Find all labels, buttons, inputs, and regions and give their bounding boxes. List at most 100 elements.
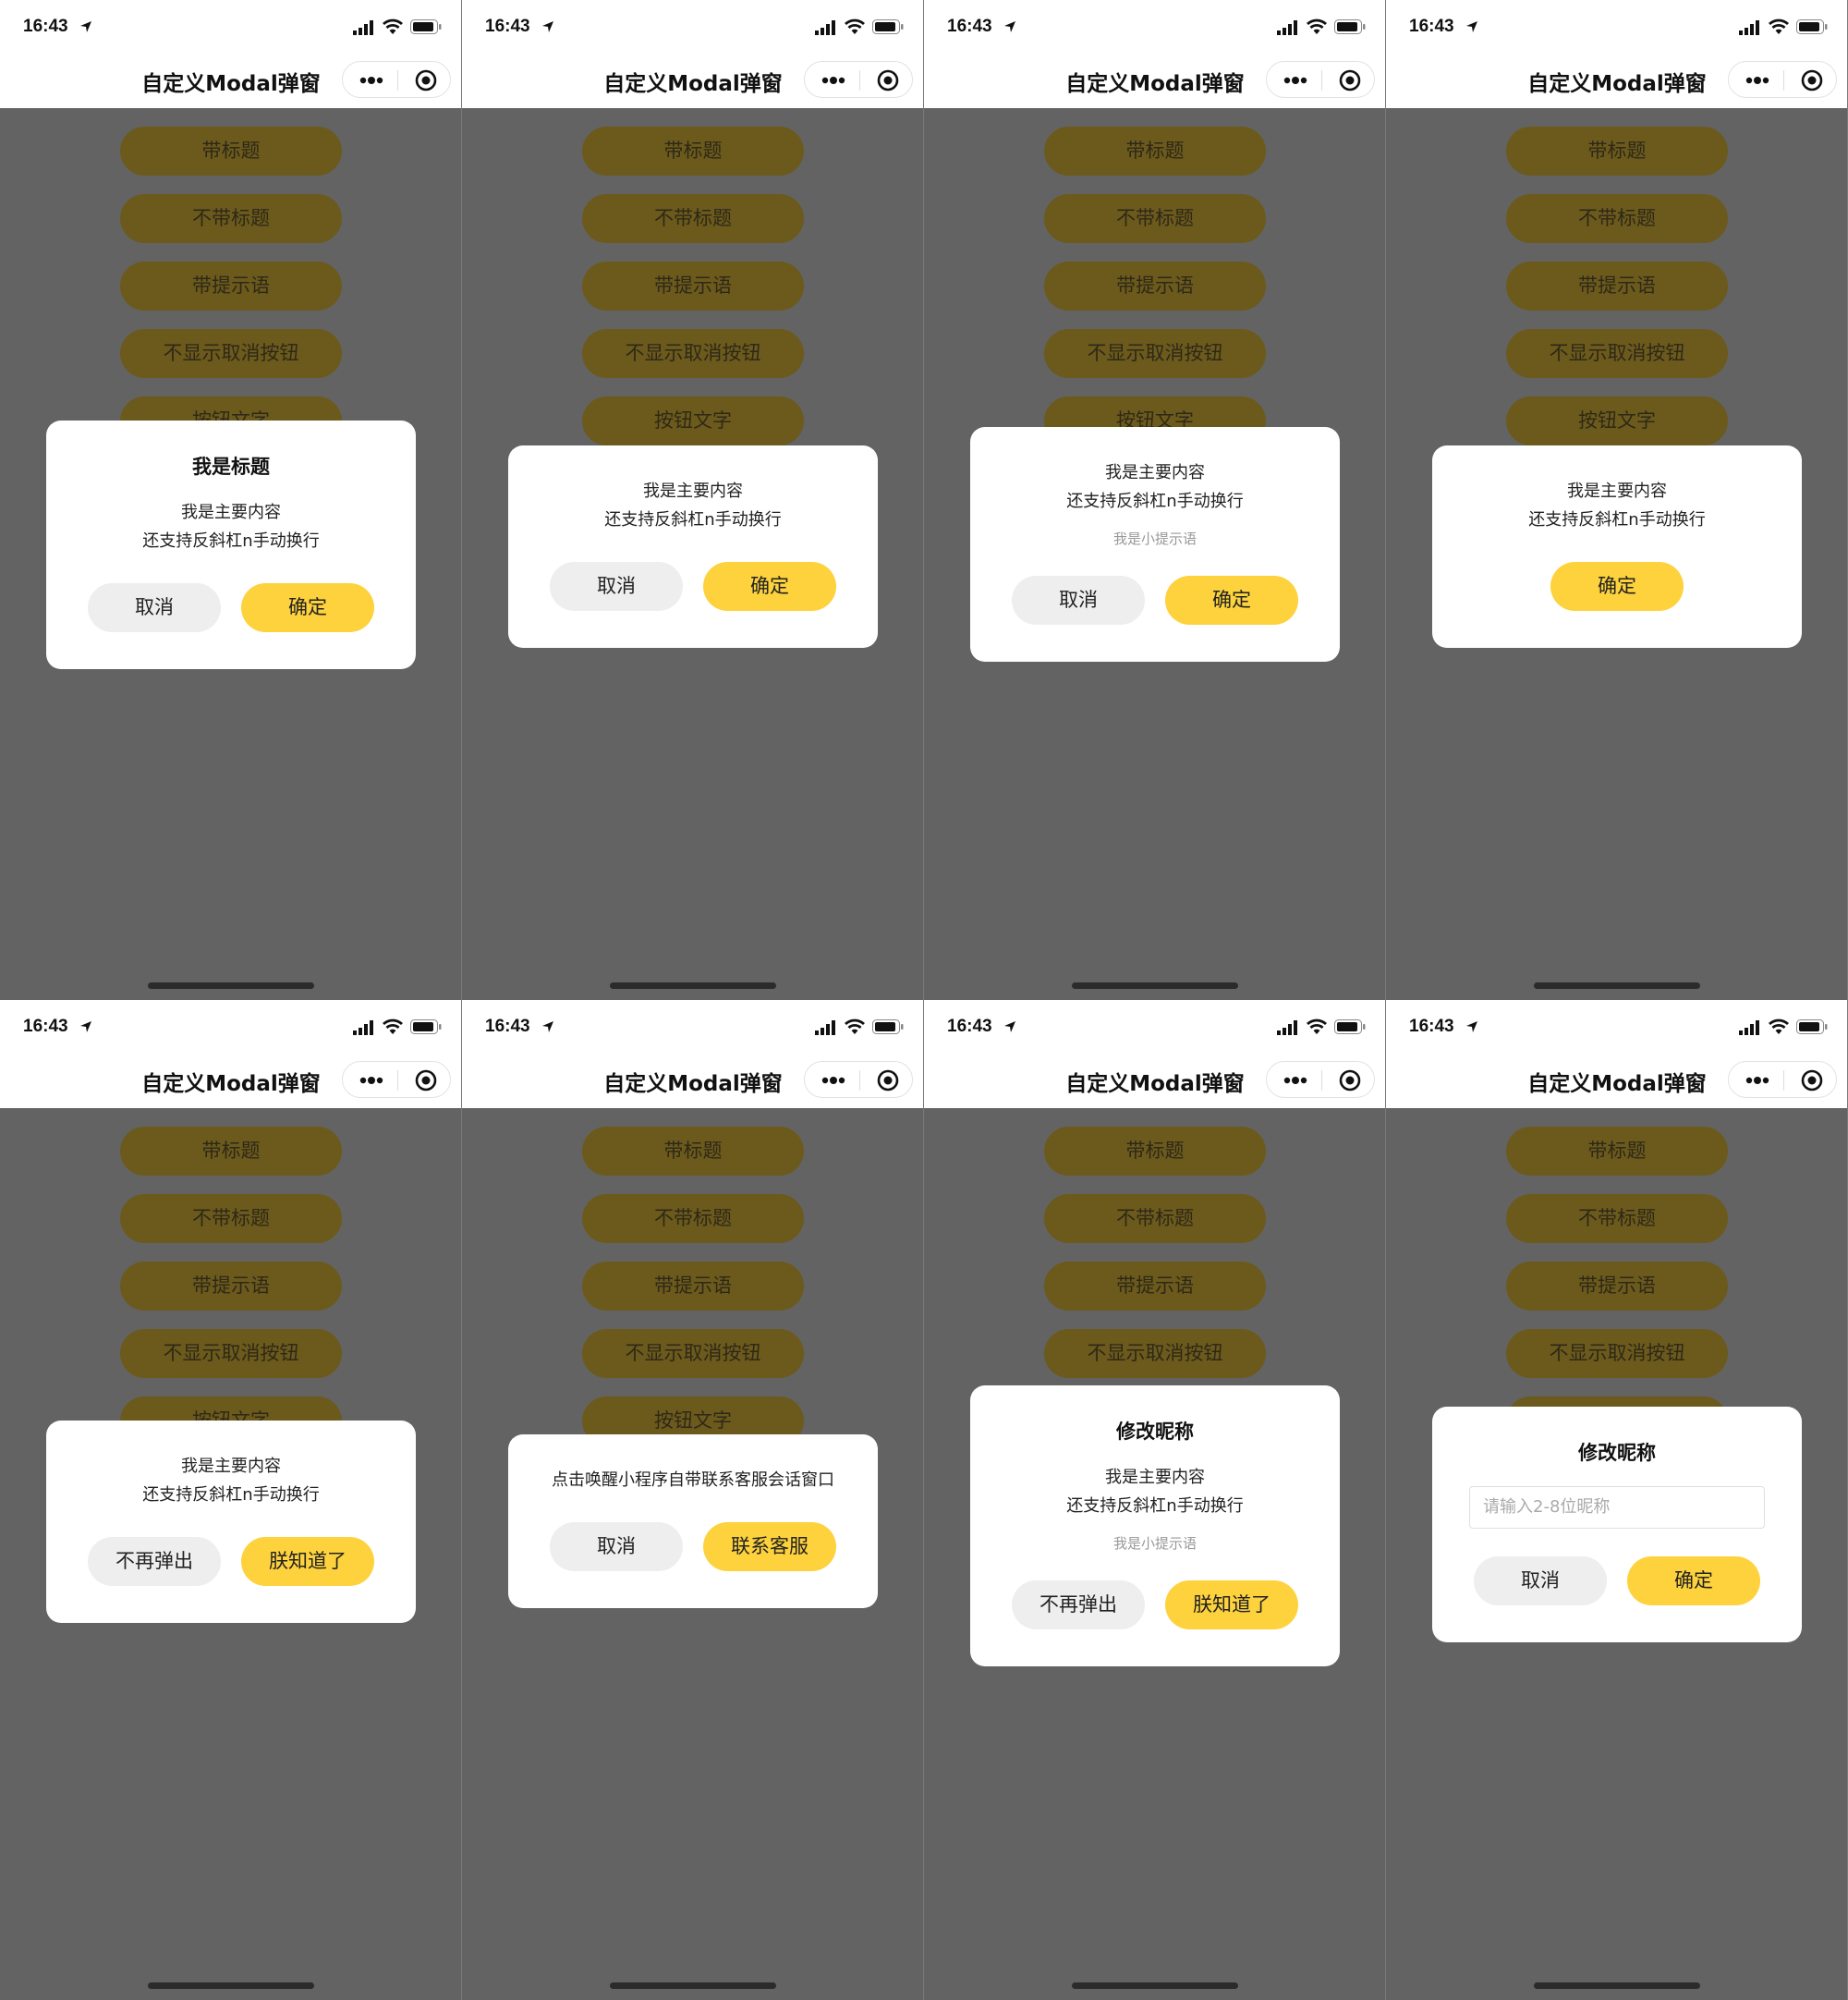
- nickname-input[interactable]: 请输入2-8位昵称: [1469, 1486, 1765, 1529]
- modal-title: 修改昵称: [1578, 1442, 1656, 1464]
- modal-cancel-button[interactable]: 不再弹出: [1012, 1580, 1145, 1629]
- demo-button[interactable]: 不带标题: [120, 194, 342, 243]
- modal-title: 修改昵称: [1116, 1421, 1194, 1443]
- modal-confirm-button[interactable]: 确定: [1627, 1556, 1760, 1605]
- close-miniprogram-icon[interactable]: [415, 69, 437, 91]
- demo-button[interactable]: 带提示语: [1044, 1262, 1266, 1311]
- demo-button[interactable]: 带标题: [120, 1127, 342, 1176]
- battery-icon: [410, 1019, 442, 1034]
- demo-button[interactable]: 带提示语: [120, 1262, 342, 1311]
- close-miniprogram-icon[interactable]: [1339, 69, 1361, 91]
- modal-content-line: 我是主要内容: [181, 1457, 281, 1476]
- modal-cancel-button[interactable]: 取消: [550, 562, 683, 611]
- modal-confirm-button[interactable]: 确定: [241, 583, 374, 632]
- phone-screen: 16:43自定义Modal弹窗带标题不带标题带提示语不显示取消按钮按钮文字修改昵…: [1386, 1000, 1848, 2000]
- demo-button[interactable]: 带标题: [582, 127, 804, 176]
- demo-button[interactable]: 不显示取消按钮: [1044, 329, 1266, 378]
- demo-button[interactable]: 带提示语: [120, 262, 342, 311]
- demo-button[interactable]: 带提示语: [1506, 262, 1728, 311]
- modal-confirm-button[interactable]: 朕知道了: [1165, 1580, 1298, 1629]
- demo-button[interactable]: 按钮文字: [582, 396, 804, 445]
- demo-button[interactable]: 带标题: [1506, 1127, 1728, 1176]
- status-bar: 16:43: [0, 1000, 461, 1051]
- demo-button[interactable]: 不显示取消按钮: [582, 329, 804, 378]
- demo-button-list: 带标题不带标题带提示语不显示取消按钮按钮文字: [1044, 127, 1266, 464]
- home-indicator: [1072, 982, 1238, 989]
- signal-icon: [1739, 20, 1761, 35]
- close-miniprogram-icon[interactable]: [1801, 69, 1823, 91]
- battery-icon: [1334, 19, 1366, 34]
- modal-content: 我是主要内容 还支持反斜杠n手动换行: [970, 1463, 1340, 1520]
- menu-capsule: [804, 1061, 913, 1098]
- demo-button[interactable]: 不带标题: [582, 1194, 804, 1243]
- wifi-icon: [845, 18, 865, 35]
- modal-buttons: 确定: [1432, 562, 1802, 648]
- demo-button[interactable]: 带标题: [1044, 1127, 1266, 1176]
- close-miniprogram-icon[interactable]: [415, 1069, 437, 1091]
- capsule-divider: [1783, 1070, 1784, 1091]
- demo-button[interactable]: 带标题: [1506, 127, 1728, 176]
- close-miniprogram-icon[interactable]: [1801, 1069, 1823, 1091]
- modal-cancel-button[interactable]: 取消: [1012, 576, 1145, 625]
- demo-button[interactable]: 带提示语: [582, 262, 804, 311]
- demo-button[interactable]: 不显示取消按钮: [1044, 1329, 1266, 1378]
- more-icon[interactable]: [1283, 73, 1307, 88]
- modal-cancel-button[interactable]: 取消: [88, 583, 221, 632]
- close-miniprogram-icon[interactable]: [1339, 1069, 1361, 1091]
- demo-button[interactable]: 不显示取消按钮: [120, 329, 342, 378]
- modal-confirm-button[interactable]: 朕知道了: [241, 1537, 374, 1586]
- home-indicator: [148, 982, 314, 989]
- modal-content-line: 还支持反斜杠n手动换行: [1528, 510, 1706, 530]
- modal-confirm-button[interactable]: 确定: [1165, 576, 1298, 625]
- modal-dialog: 修改昵称我是主要内容 还支持反斜杠n手动换行我是小提示语不再弹出 朕知道了: [970, 1385, 1340, 1666]
- demo-button[interactable]: 不显示取消按钮: [1506, 329, 1728, 378]
- signal-icon: [1277, 20, 1299, 35]
- modal-cancel-button[interactable]: 取消: [1474, 1556, 1607, 1605]
- modal-content-line: 我是主要内容: [1105, 463, 1205, 482]
- more-icon[interactable]: [359, 73, 383, 88]
- demo-button[interactable]: 带提示语: [1044, 262, 1266, 311]
- nav-bar: 自定义Modal弹窗: [1386, 1051, 1847, 1108]
- modal-dialog: 修改昵称请输入2-8位昵称取消 确定: [1432, 1407, 1802, 1642]
- modal-content-line: 还支持反斜杠n手动换行: [1066, 492, 1244, 511]
- capsule-divider: [397, 1070, 398, 1091]
- demo-button[interactable]: 不显示取消按钮: [1506, 1329, 1728, 1378]
- modal-cancel-button[interactable]: 取消: [550, 1522, 683, 1571]
- demo-button[interactable]: 不显示取消按钮: [582, 1329, 804, 1378]
- demo-button[interactable]: 带标题: [582, 1127, 804, 1176]
- close-miniprogram-icon[interactable]: [877, 69, 899, 91]
- more-icon[interactable]: [821, 1073, 845, 1088]
- modal-buttons: 取消 确定: [1432, 1556, 1802, 1642]
- demo-button[interactable]: 不带标题: [120, 1194, 342, 1243]
- demo-button[interactable]: 不带标题: [1506, 1194, 1728, 1243]
- more-icon[interactable]: [359, 1073, 383, 1088]
- modal-dialog: 我是主要内容 还支持反斜杠n手动换行 不再弹出 朕知道了: [46, 1421, 416, 1623]
- demo-button[interactable]: 不显示取消按钮: [120, 1329, 342, 1378]
- more-icon[interactable]: [1283, 1073, 1307, 1088]
- phone-screen: 16:43自定义Modal弹窗带标题不带标题带提示语不显示取消按钮按钮文字我是主…: [924, 0, 1386, 1000]
- menu-capsule: [1266, 61, 1375, 98]
- modal-confirm-button[interactable]: 联系客服: [703, 1522, 836, 1571]
- more-icon[interactable]: [1745, 73, 1769, 88]
- demo-button[interactable]: 不带标题: [1506, 194, 1728, 243]
- demo-button[interactable]: 不带标题: [1044, 194, 1266, 243]
- location-arrow-icon: [1003, 19, 1016, 32]
- demo-button-list: 带标题不带标题带提示语不显示取消按钮按钮文字: [1506, 127, 1728, 464]
- demo-button[interactable]: 按钮文字: [1506, 396, 1728, 445]
- modal-confirm-button[interactable]: 确定: [703, 562, 836, 611]
- demo-button[interactable]: 带标题: [120, 127, 342, 176]
- more-icon[interactable]: [1745, 1073, 1769, 1088]
- demo-button[interactable]: 带提示语: [582, 1262, 804, 1311]
- modal-confirm-button[interactable]: 确定: [1550, 562, 1684, 611]
- demo-button[interactable]: 带标题: [1044, 127, 1266, 176]
- capsule-divider: [859, 1070, 860, 1091]
- modal-cancel-button[interactable]: 不再弹出: [88, 1537, 221, 1586]
- demo-button[interactable]: 不带标题: [1044, 1194, 1266, 1243]
- close-miniprogram-icon[interactable]: [877, 1069, 899, 1091]
- more-icon[interactable]: [821, 73, 845, 88]
- demo-button[interactable]: 不带标题: [582, 194, 804, 243]
- demo-button[interactable]: 带提示语: [1506, 1262, 1728, 1311]
- status-bar: 16:43: [0, 0, 461, 51]
- modal-tip: 我是小提示语: [1112, 1535, 1197, 1552]
- page-content: 带标题不带标题带提示语不显示取消按钮按钮文字我是标题我是主要内容还支持反斜杠n手…: [0, 108, 461, 1000]
